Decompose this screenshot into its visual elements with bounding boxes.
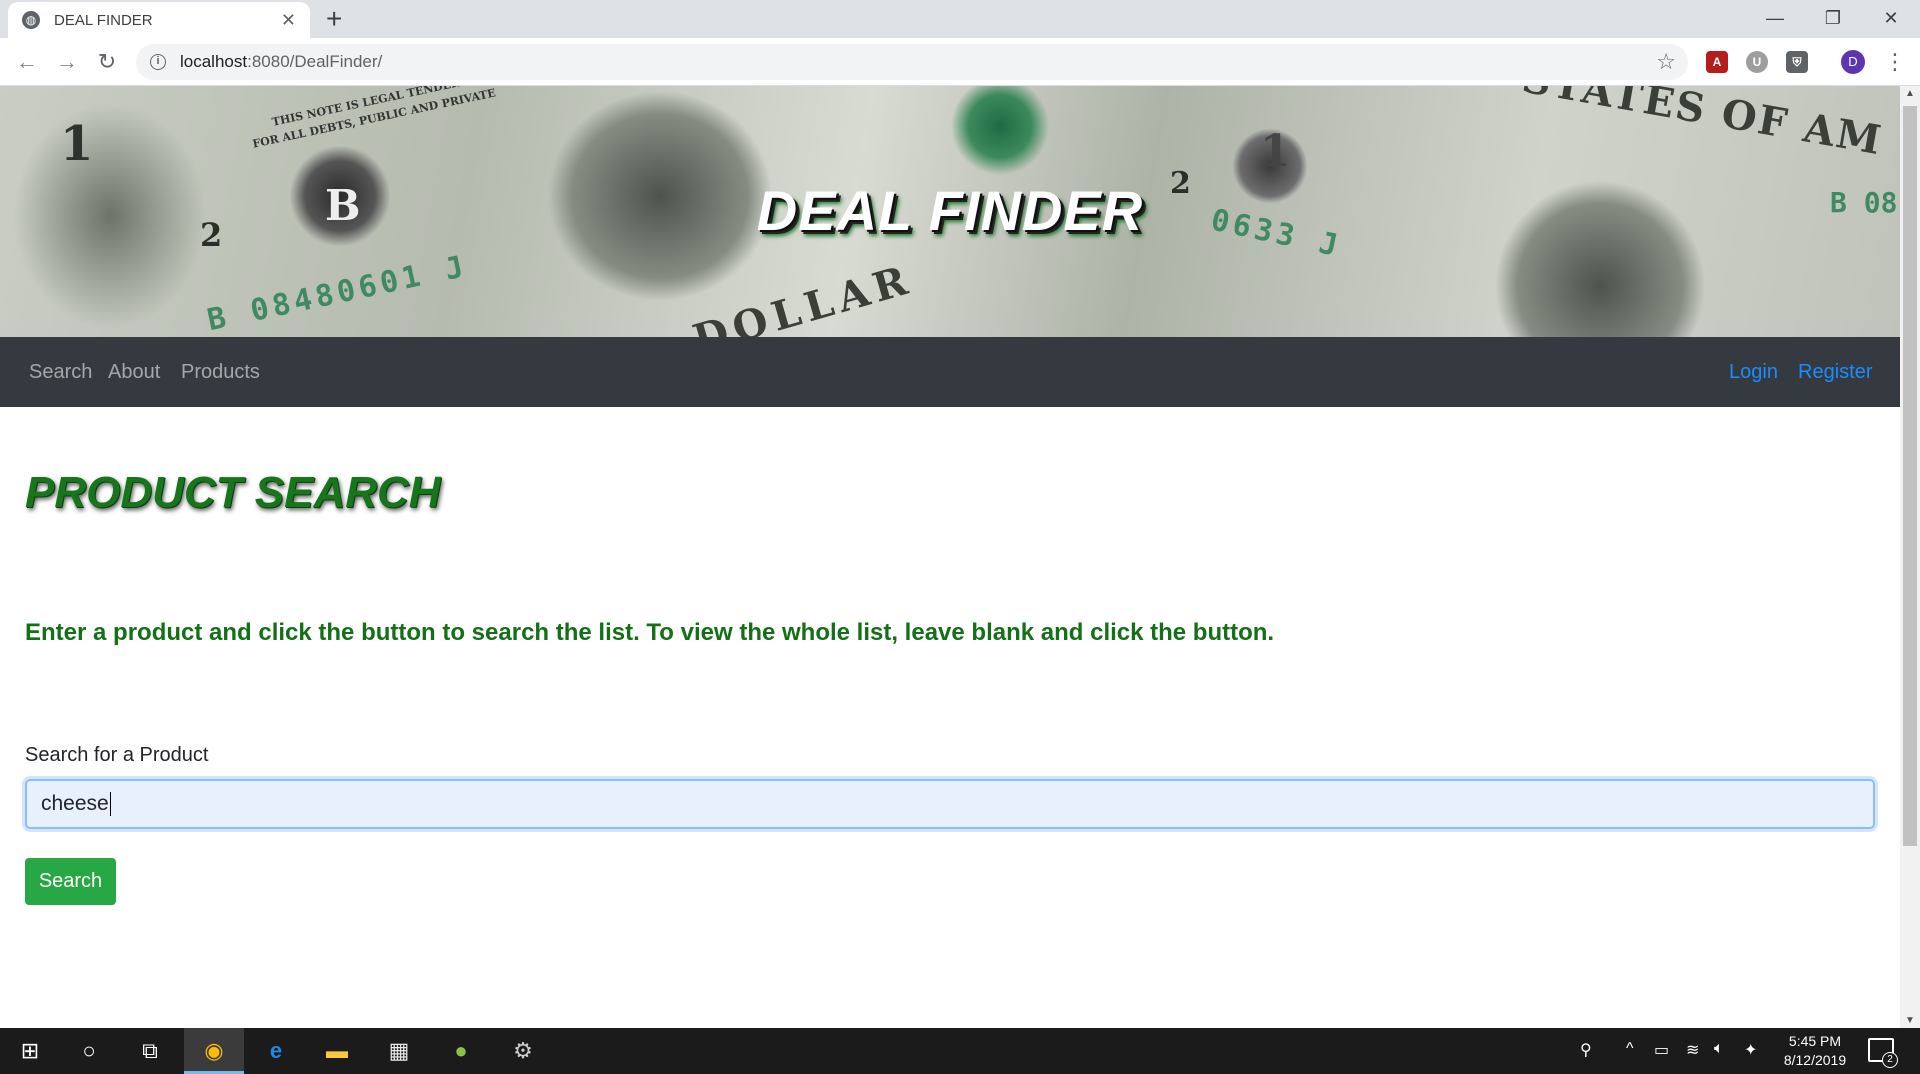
browser-toolbar: ← → ↻ i localhost:8080/DealFinder/ ☆ A U… [0,38,1920,86]
cortana-search-icon[interactable]: ○ [74,1036,104,1066]
file-explorer-icon[interactable]: ▬ [322,1036,352,1066]
nav-link-register[interactable]: Register [1798,361,1872,384]
search-input-value: cheese [41,792,109,815]
instructions-visual: Enter a product and click the button to … [25,619,1275,646]
volume-icon[interactable]: 🔈︎ [1714,1040,1724,1058]
shield-icon[interactable]: ⛨ [1786,51,1808,73]
windows-start-icon[interactable]: ⊞ [15,1036,45,1066]
chevron-up-icon[interactable]: ^ [1626,1040,1634,1058]
banner-image: 1 THIS NOTE IS LEGAL TENDER FOR ALL DEBT… [0,86,1900,337]
nav-link-search[interactable]: Search [29,361,92,384]
settings-gear-icon[interactable]: ⚙ [508,1036,538,1066]
wifi-icon[interactable]: ≋ [1686,1040,1699,1060]
windows-taskbar: ⊞ ○ ⧉ ◉ e ▬ ▦ ● ⚙ ⚲ ^ ▭ ≋ 🔈︎ ✦ 5:45 PM 8… [0,1028,1920,1074]
clock-date: 8/12/2019 [1783,1052,1847,1068]
task-view-icon[interactable]: ⧉ [135,1036,165,1066]
page-title-visual: PRODUCT SEARCH [25,468,441,517]
minimize-icon[interactable]: — [1752,4,1798,32]
people-icon[interactable]: ⚲ [1580,1040,1592,1060]
nav-link-products[interactable]: Products [181,361,260,384]
forward-icon[interactable]: → [53,48,81,76]
address-bar[interactable]: i localhost:8080/DealFinder/ ☆ [136,44,1688,80]
nav-link-login[interactable]: Login [1729,361,1778,384]
browser-tab[interactable]: ◍ DEAL FINDER ✕ [8,2,310,38]
search-button[interactable]: Search [25,858,116,905]
browser-titlebar: ◍ DEAL FINDER ✕ + — ❐ ✕ [0,0,1920,38]
new-tab-button[interactable]: + [326,4,342,34]
battery-icon[interactable]: ▭ [1654,1040,1669,1060]
scroll-down-icon[interactable]: ▼ [1905,1015,1915,1026]
extension-icon[interactable]: U [1746,51,1768,73]
scrollbar-thumb[interactable] [1903,106,1917,846]
notification-count: 2 [1882,1052,1898,1068]
restore-icon[interactable]: ❐ [1810,4,1856,32]
menu-icon[interactable]: ⋮ [1884,48,1906,76]
url-path: :8080/DealFinder/ [247,52,383,71]
page-viewport: 1 THIS NOTE IS LEGAL TENDER FOR ALL DEBT… [0,86,1900,1028]
dollar-text: DOLLAR [687,255,919,337]
text-caret [109,792,112,817]
star-icon[interactable]: ☆ [1656,49,1676,75]
dropbox-icon[interactable]: ✦ [1744,1040,1757,1060]
search-field-label-visual: Search for a Product [25,744,209,766]
scroll-up-icon[interactable]: ▲ [1905,88,1915,99]
tab-title: DEAL FINDER [54,11,153,29]
serial-left: B 08480601 J [204,248,471,337]
banner-title: DEAL FINDER [756,179,1144,242]
edge-icon[interactable]: e [261,1036,291,1066]
url-host: localhost [180,52,248,71]
pdf-extension-icon[interactable]: A [1706,51,1728,73]
taskbar-clock[interactable]: 5:45 PM 8/12/2019 [1775,1032,1855,1070]
store-icon[interactable]: ▦ [384,1036,414,1066]
search-input[interactable]: cheese [25,779,1875,829]
profile-avatar[interactable]: D [1841,50,1865,74]
chrome-icon[interactable]: ◉ [199,1036,229,1066]
reload-icon[interactable]: ↻ [93,48,121,76]
denomination-1: 1 [60,116,94,172]
states-text: STATES OF AM [1518,86,1887,165]
close-tab-icon[interactable]: ✕ [281,10,296,31]
page-scrollbar[interactable]: ▲ ▼ [1900,86,1920,1028]
window-close-icon[interactable]: ✕ [1868,4,1914,32]
denomination-1b: 1 [1260,126,1291,177]
back-icon[interactable]: ← [13,48,41,76]
app-hs-icon[interactable]: ● [446,1036,476,1066]
main-navbar: Search About Products Login Register [0,337,1900,407]
globe-icon: ◍ [22,11,40,29]
clock-time: 5:45 PM [1788,1033,1842,1049]
info-icon[interactable]: i [150,54,166,70]
nav-link-about[interactable]: About [108,361,160,384]
